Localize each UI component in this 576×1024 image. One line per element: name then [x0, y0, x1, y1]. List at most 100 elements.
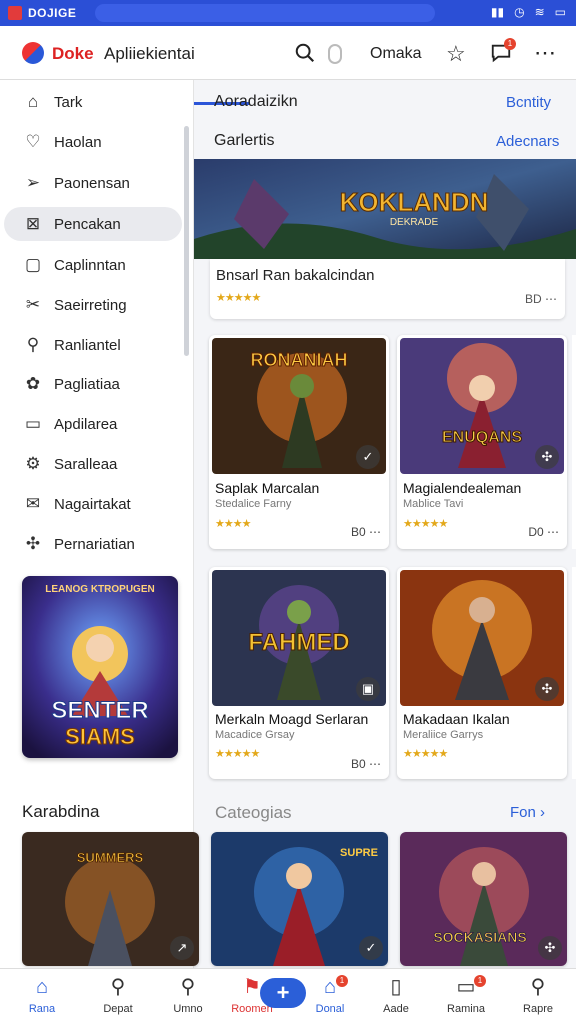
section-title-1: Aoradaizikn: [214, 93, 298, 110]
tools-icon: ✂: [25, 295, 41, 314]
category-tile-2[interactable]: SUPRE ✓: [211, 832, 388, 966]
star-icon[interactable]: ☆: [446, 41, 466, 67]
gamepad-icon[interactable]: ✣: [535, 445, 559, 469]
nav-badge-ramina: 1: [474, 975, 486, 987]
banner-subtitle: DEKRADE: [390, 217, 439, 228]
app-card-title: Makadaan Ikalan: [403, 711, 510, 727]
app-card-art-title: ENUQANS: [442, 429, 522, 446]
app-card-4[interactable]: ✣ Makadaan Ikalan Meraliice Garrys ★★★★★: [397, 567, 567, 779]
gamepad-icon: ✣: [25, 534, 41, 553]
category-art-title: SUMMERS: [77, 850, 144, 865]
nav-label: Rana: [28, 1003, 56, 1015]
status-bar: DOJIGE ▮▮ ◷ ≋ ▭: [0, 0, 576, 26]
nav-item-umno[interactable]: ⚲ Umno: [158, 975, 218, 1015]
book-icon: ▯: [390, 976, 402, 998]
gamepad-icon[interactable]: ✣: [535, 677, 559, 701]
more-icon[interactable]: ⋯: [547, 525, 559, 539]
nav-item-rana[interactable]: ⌂ Rana: [12, 975, 72, 1015]
sidebar-item-label: Haolan: [54, 133, 102, 151]
sidebar-item-label: Paonensan: [54, 174, 130, 192]
sidebar-item-6[interactable]: ⚲ Ranliantel: [4, 328, 182, 362]
app-card-subtitle: Macadice Grsay: [215, 729, 295, 741]
sidebar-item-label: Caplinntan: [54, 256, 126, 274]
sidebar-item-3[interactable]: ⊠ Pencakan: [4, 207, 182, 241]
sidebar-item-1[interactable]: ♡ Haolan: [4, 125, 182, 159]
nav-label: Umno: [173, 1003, 203, 1015]
sidebar-item-label: Nagairtakat: [54, 495, 131, 513]
sidebar-item-9[interactable]: ⚙ Saralleaa: [4, 447, 182, 481]
installed-check-icon[interactable]: ✓: [356, 445, 380, 469]
bottom-section-link[interactable]: Fon ›: [510, 804, 545, 821]
app-card-title: Merkaln Moagd Serlaran: [215, 711, 369, 727]
nav-item-depat[interactable]: ⚲ Depat: [88, 975, 148, 1015]
add-button[interactable]: +: [260, 978, 306, 1008]
nav-badge-donal: 1: [336, 975, 348, 987]
status-left-text: DOJIGE: [28, 6, 77, 20]
app-card-art-title: FAHMED: [248, 629, 349, 656]
chat-badge: 1: [504, 38, 516, 50]
featured-meta: BD ⋯: [525, 292, 557, 306]
app-icon: [8, 6, 22, 20]
sidebar-item-11[interactable]: ✣ Pernariatian: [4, 527, 182, 561]
folder-icon: ▭: [24, 414, 42, 433]
search-icon[interactable]: [294, 42, 316, 64]
sidebar-item-10[interactable]: ✉ Nagairtakat: [4, 487, 182, 521]
mic-icon[interactable]: [328, 44, 342, 64]
sidebar-item-label: Tark: [54, 93, 83, 111]
promo-card[interactable]: LEANOG KTROPUGEN SENTER SIAMS: [22, 576, 178, 758]
sidebar-item-label: Saralleaa: [54, 455, 118, 473]
sidebar-item-8[interactable]: ▭ Apdilarea: [4, 407, 182, 441]
app-card-rating: ★★★★★: [403, 518, 448, 530]
app-card-subtitle: Mablice Tavi: [403, 498, 464, 510]
home-icon: ⌂: [35, 976, 49, 998]
mail-icon: ✉: [25, 494, 41, 513]
sidebar-item-2[interactable]: ➢ Paonensan: [4, 166, 182, 200]
featured-card[interactable]: Bnsarl Ran bakalcindan ★★★★★ BD ⋯: [210, 259, 565, 319]
gamepad-icon[interactable]: ▣: [356, 677, 380, 701]
more-icon[interactable]: ⋯: [545, 292, 557, 306]
category-tile-1[interactable]: SUMMERS ↗: [22, 832, 199, 966]
nav-label: Depat: [103, 1003, 133, 1015]
app-card-3[interactable]: FAHMED ▣ Merkaln Moagd Serlaran Macadice…: [209, 567, 389, 779]
sidebar-scrollbar[interactable]: [184, 126, 189, 356]
sidebar-item-7[interactable]: ✿ Pagliatiaa: [4, 367, 182, 401]
sidebar-item-label: Pencakan: [54, 215, 121, 233]
user-icon: ⚲: [530, 976, 546, 998]
brand-logo-icon[interactable]: [22, 42, 44, 64]
nav-item-aade[interactable]: ▯ Aade: [366, 975, 426, 1015]
nav-item-ramina[interactable]: ▭ Ramina: [436, 975, 496, 1015]
more-icon[interactable]: ⋯: [369, 757, 381, 771]
signal-icon: ▮▮: [490, 5, 505, 19]
category-tile-3[interactable]: SOCKASIANS ✣: [400, 832, 567, 966]
app-card-1[interactable]: RONANIAH ✓ Saplak Marcalan Stedalice Far…: [209, 335, 389, 549]
chevron-right-icon: ›: [540, 804, 546, 821]
app-card-rating: ★★★★: [215, 518, 251, 530]
sidebar-item-label: Apdilarea: [54, 415, 118, 433]
promo-top-text: LEANOG KTROPUGEN: [45, 584, 154, 595]
nav-label: Ramina: [447, 1003, 485, 1015]
heart-icon: ♡: [25, 132, 41, 151]
open-icon[interactable]: ↗: [170, 936, 194, 960]
app-card-meta-text: B0: [350, 525, 366, 539]
installed-check-icon[interactable]: ✓: [359, 936, 383, 960]
search-icon: ⚲: [26, 335, 40, 354]
brand-name[interactable]: Doke: [52, 44, 94, 64]
app-card-title: Saplak Marcalan: [215, 480, 320, 496]
app-card-2[interactable]: ENUQANS ✣ Magialendealeman Mablice Tavi …: [397, 335, 567, 549]
sidebar-item-4[interactable]: ▢ Caplinntan: [4, 248, 182, 282]
sidebar-item-0[interactable]: ⌂ Tark: [4, 85, 182, 119]
featured-banner[interactable]: KOKLANDN DEKRADE: [194, 159, 576, 259]
section-link-2[interactable]: Adecnars: [496, 133, 559, 150]
section-link-1[interactable]: Bcntity: [506, 94, 551, 111]
nav-item-donal[interactable]: ⌂ Donal: [300, 975, 360, 1015]
category-art-title: SOCKASIANS: [433, 929, 526, 945]
more-icon[interactable]: ⋯: [369, 525, 381, 539]
category-art-title: SUPRE: [340, 847, 378, 859]
gamepad-icon[interactable]: ✣: [538, 936, 562, 960]
home-icon: ⌂: [27, 92, 39, 111]
alarm-icon: ◷: [514, 5, 525, 19]
header-action-link[interactable]: Omaka: [370, 45, 422, 63]
sidebar-item-5[interactable]: ✂ Saeirreting: [4, 288, 182, 322]
nav-item-rapre[interactable]: ⚲ Rapre: [508, 975, 568, 1015]
more-icon[interactable]: ⋯: [534, 40, 557, 66]
